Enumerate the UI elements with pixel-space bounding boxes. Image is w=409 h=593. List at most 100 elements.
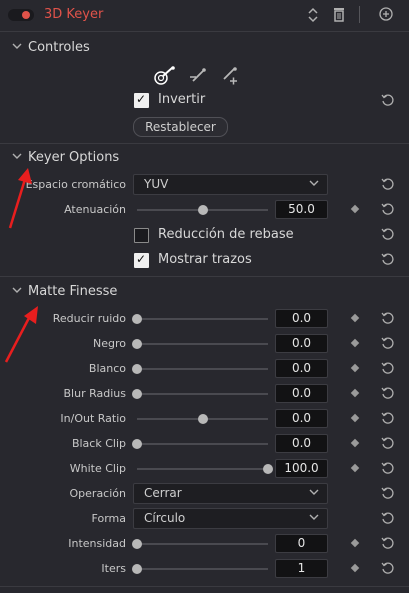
- slider-knob[interactable]: [132, 339, 142, 349]
- slider-knob[interactable]: [132, 564, 142, 574]
- slider-knob[interactable]: [132, 389, 142, 399]
- header-divider: [359, 6, 360, 23]
- forma-dropdown[interactable]: Círculo: [133, 508, 328, 529]
- keyframe-icon[interactable]: [350, 438, 360, 448]
- in-out-ratio-label: In/Out Ratio: [60, 412, 126, 425]
- negro-label: Negro: [93, 337, 126, 350]
- slider-knob[interactable]: [132, 539, 142, 549]
- reset-icon[interactable]: [381, 252, 395, 266]
- slider-knob[interactable]: [263, 464, 273, 474]
- keyframe-icon[interactable]: [350, 388, 360, 398]
- eyedropper-add-icon[interactable]: [220, 67, 240, 85]
- annotation-arrow-icon: [8, 168, 32, 229]
- invertir-checkbox[interactable]: [134, 92, 149, 108]
- negro-slider[interactable]: [137, 343, 268, 345]
- blur-radius-slider[interactable]: [137, 393, 268, 395]
- slider-knob[interactable]: [197, 414, 208, 424]
- chevron-down-icon[interactable]: [12, 150, 22, 163]
- intensidad-label: Intensidad: [68, 537, 126, 550]
- reset-icon[interactable]: [381, 336, 395, 350]
- mostrar-trazos-checkbox[interactable]: [134, 252, 149, 268]
- iters-slider[interactable]: [137, 568, 268, 570]
- reducir-ruido-value[interactable]: 0.0: [275, 309, 328, 328]
- restablecer-button[interactable]: Restablecer: [133, 117, 228, 137]
- separator: [0, 143, 409, 144]
- keyframe-icon[interactable]: [350, 338, 360, 348]
- enable-toggle-knob: [22, 11, 30, 19]
- enable-toggle[interactable]: [8, 9, 34, 21]
- eyedropper-subtract-icon[interactable]: [189, 67, 209, 85]
- invertir-label: Invertir: [158, 92, 206, 107]
- reset-icon[interactable]: [381, 411, 395, 425]
- black-clip-value[interactable]: 0.0: [275, 434, 328, 453]
- reorder-icon[interactable]: [306, 5, 320, 25]
- iters-value[interactable]: 1: [275, 559, 328, 578]
- slider-knob[interactable]: [197, 205, 208, 215]
- blanco-label: Blanco: [88, 362, 126, 375]
- reset-icon[interactable]: [381, 486, 395, 500]
- slider-knob[interactable]: [132, 364, 142, 374]
- keyframe-icon[interactable]: [350, 538, 360, 548]
- slider-knob[interactable]: [132, 314, 142, 324]
- section-title-keyer-options[interactable]: Keyer Options: [28, 150, 119, 165]
- intensidad-value[interactable]: 0: [275, 534, 328, 553]
- reset-icon[interactable]: [381, 561, 395, 575]
- delete-icon[interactable]: [332, 7, 346, 23]
- reset-icon[interactable]: [381, 177, 395, 191]
- slider-knob[interactable]: [132, 439, 142, 449]
- reset-icon[interactable]: [381, 361, 395, 375]
- separator: [0, 31, 409, 32]
- reset-all-icon[interactable]: [378, 6, 394, 22]
- reset-icon[interactable]: [381, 386, 395, 400]
- annotation-arrow-icon: [4, 306, 38, 363]
- reset-icon[interactable]: [381, 311, 395, 325]
- intensidad-slider[interactable]: [137, 543, 268, 545]
- keyframe-icon[interactable]: [350, 363, 360, 373]
- keyframe-icon[interactable]: [350, 413, 360, 423]
- separator: [0, 276, 409, 277]
- in-out-ratio-value[interactable]: 0.0: [275, 409, 328, 428]
- chevron-down-icon[interactable]: [12, 284, 22, 297]
- blanco-slider[interactable]: [137, 368, 268, 370]
- blanco-value[interactable]: 0.0: [275, 359, 328, 378]
- white-clip-slider[interactable]: [137, 468, 268, 470]
- reset-icon[interactable]: [381, 461, 395, 475]
- reducir-ruido-slider[interactable]: [137, 318, 268, 320]
- espacio-cromatico-label: Espacio cromático: [25, 178, 126, 191]
- chevron-down-icon[interactable]: [12, 40, 22, 53]
- blur-radius-value[interactable]: 0.0: [275, 384, 328, 403]
- mostrar-trazos-label: Mostrar trazos: [158, 252, 252, 267]
- section-title-matte-finesse[interactable]: Matte Finesse: [28, 284, 117, 299]
- white-clip-value[interactable]: 100.0: [275, 459, 328, 478]
- operacion-dropdown[interactable]: Cerrar: [133, 483, 328, 504]
- atenuacion-value[interactable]: 50.0: [275, 200, 328, 219]
- reset-icon[interactable]: [381, 227, 395, 241]
- reset-icon[interactable]: [381, 536, 395, 550]
- reset-icon[interactable]: [381, 436, 395, 450]
- chevron-down-icon: [309, 486, 319, 499]
- iters-label: Iters: [101, 562, 126, 575]
- reset-icon[interactable]: [381, 202, 395, 216]
- chevron-down-icon: [309, 511, 319, 524]
- blur-radius-label: Blur Radius: [63, 387, 126, 400]
- dropdown-value: Círculo: [144, 511, 186, 525]
- negro-value[interactable]: 0.0: [275, 334, 328, 353]
- keyframe-icon[interactable]: [350, 463, 360, 473]
- section-title-controles[interactable]: Controles: [28, 40, 90, 55]
- black-clip-slider[interactable]: [137, 443, 268, 445]
- eyedropper-select-icon[interactable]: [153, 66, 177, 86]
- effect-title: 3D Keyer: [44, 7, 104, 22]
- reduccion-rebase-checkbox[interactable]: [134, 228, 149, 243]
- dropdown-value: Cerrar: [144, 486, 182, 500]
- reset-icon[interactable]: [381, 511, 395, 525]
- keyframe-icon[interactable]: [350, 313, 360, 323]
- chevron-down-icon: [309, 177, 319, 190]
- espacio-cromatico-dropdown[interactable]: YUV: [133, 174, 328, 195]
- keyframe-icon[interactable]: [350, 204, 360, 214]
- keyframe-icon[interactable]: [350, 563, 360, 573]
- white-clip-label: White Clip: [69, 462, 126, 475]
- reset-icon[interactable]: [381, 93, 395, 107]
- reduccion-rebase-label: Reducción de rebase: [158, 227, 294, 242]
- forma-label: Forma: [91, 512, 126, 525]
- dropdown-value: YUV: [144, 177, 169, 191]
